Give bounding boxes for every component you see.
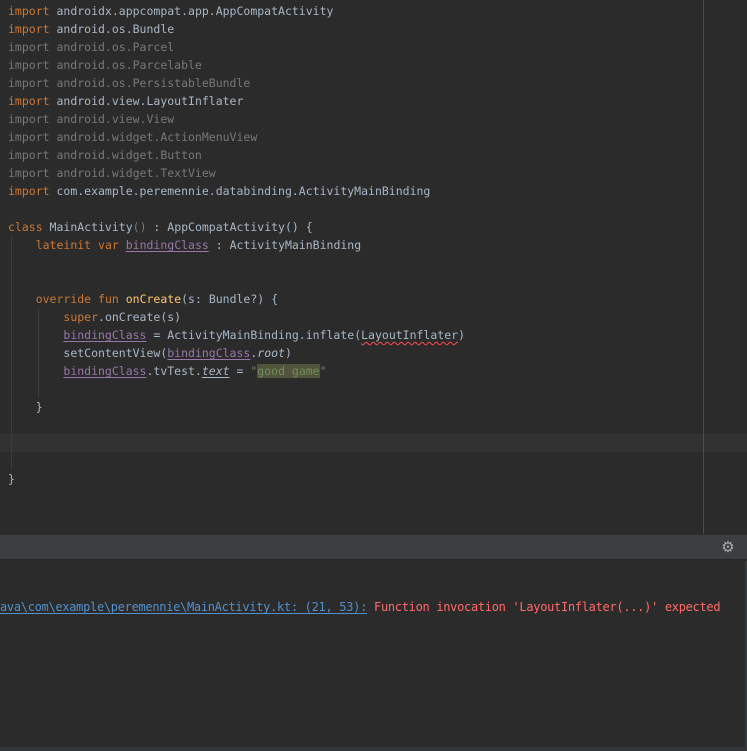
code-line: import android.view.LayoutInflater xyxy=(8,94,244,108)
code-line: import android.widget.Button xyxy=(8,148,202,162)
bottom-status-strip xyxy=(0,747,747,751)
code-line: bindingClass = ActivityMainBinding.infla… xyxy=(63,328,465,342)
code-line: import com.example.peremennie.databindin… xyxy=(8,184,431,198)
code-line: super.onCreate(s) xyxy=(63,310,182,324)
settings-gear-button[interactable]: ⚙ xyxy=(717,536,739,558)
code-line: import android.os.Parcel xyxy=(8,40,175,54)
code-line: class MainActivity() : AppCompatActivity… xyxy=(8,220,313,234)
code-line: override fun onCreate(s: Bundle?) { xyxy=(35,292,279,306)
code-editor[interactable]: import androidx.appcompat.app.AppCompatA… xyxy=(0,0,747,534)
code-line: import android.os.Bundle xyxy=(8,22,175,36)
code-line: bindingClass.tvTest.text = "good game" xyxy=(63,364,327,378)
console-toolbar: ⚙ xyxy=(0,534,747,560)
code-line: import androidx.appcompat.app.AppCompatA… xyxy=(8,4,334,18)
error-console: ava\com\example\peremennie\MainActivity.… xyxy=(0,561,747,751)
error-message: Function invocation 'LayoutInflater(...)… xyxy=(374,600,721,614)
code-line: import android.os.PersistableBundle xyxy=(8,76,251,90)
code-line: } xyxy=(8,472,15,486)
code-line: } xyxy=(8,400,43,414)
code-area: import androidx.appcompat.app.AppCompatA… xyxy=(0,2,747,524)
error-file-link[interactable]: ava\com\example\peremennie\MainActivity.… xyxy=(0,600,367,614)
error-row: ava\com\example\peremennie\MainActivity.… xyxy=(0,597,747,616)
code-line: import android.widget.ActionMenuView xyxy=(8,130,258,144)
code-line: import android.view.View xyxy=(8,112,175,126)
gear-icon: ⚙ xyxy=(721,538,735,556)
code-line: setContentView(bindingClass.root) xyxy=(63,346,292,360)
code-line: import android.widget.TextView xyxy=(8,166,216,180)
code-line: import android.os.Parcelable xyxy=(8,58,202,72)
code-line: lateinit var bindingClass : ActivityMain… xyxy=(35,238,362,252)
